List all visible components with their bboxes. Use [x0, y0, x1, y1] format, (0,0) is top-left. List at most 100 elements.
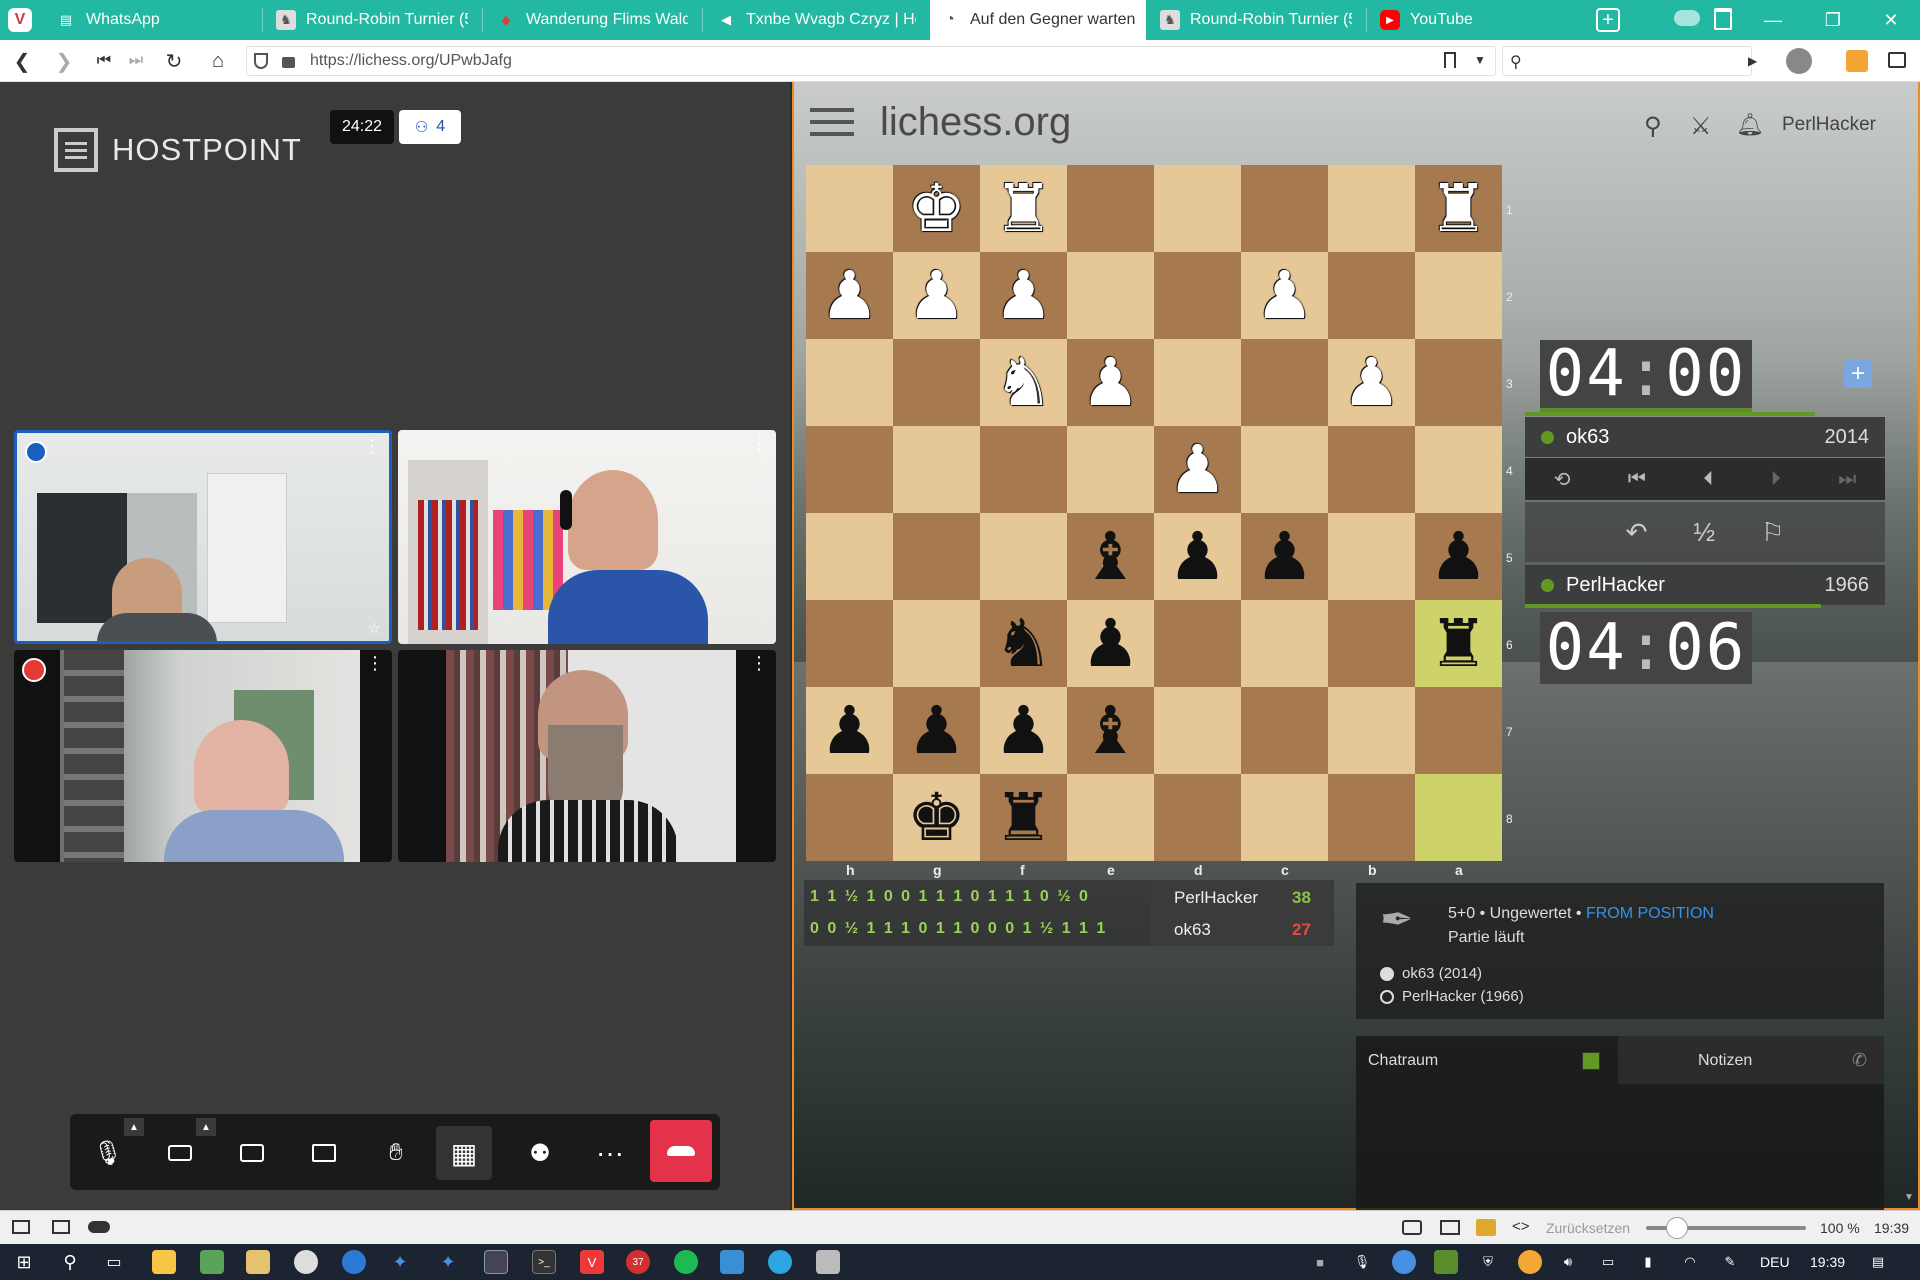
zoom-reset-button[interactable]: Zurücksetzen — [1546, 1220, 1630, 1236]
board-square-a7[interactable] — [1415, 687, 1502, 774]
chevron-down-icon[interactable]: ▼ — [1474, 53, 1486, 67]
reload-button[interactable]: ↻ — [162, 49, 186, 73]
video-tile-1[interactable]: ⋮ ☆ — [14, 430, 392, 644]
spotify-icon[interactable] — [674, 1250, 698, 1274]
chat-toggle[interactable] — [1582, 1052, 1600, 1070]
board-square-d1[interactable] — [1154, 165, 1241, 252]
black-pawn-icon[interactable]: ♟ — [1081, 610, 1140, 677]
home-button[interactable]: ⌂ — [206, 49, 230, 73]
board-square-g1[interactable]: ♚ — [893, 165, 980, 252]
tab-round-robin-1[interactable]: ♞Round-Robin Turnier (5 0) — [266, 0, 478, 40]
board-square-e2[interactable] — [1067, 252, 1154, 339]
board-square-d8[interactable] — [1154, 774, 1241, 861]
black-king-icon[interactable]: ♚ — [907, 784, 966, 851]
black-rook-icon[interactable]: ♜ — [1429, 610, 1488, 677]
terminal-icon[interactable]: >_ — [532, 1250, 556, 1274]
mic-options-chevron-icon[interactable]: ▲ — [124, 1118, 144, 1136]
board-square-d2[interactable] — [1154, 252, 1241, 339]
black-pawn-icon[interactable]: ♟ — [907, 697, 966, 764]
task-view-icon[interactable]: ▭ — [102, 1250, 126, 1274]
opponent-player[interactable]: ok63 2014 — [1525, 417, 1885, 457]
board-square-g7[interactable]: ♟ — [893, 687, 980, 774]
shield-icon[interactable] — [254, 53, 268, 69]
camera-capture-icon[interactable] — [1402, 1220, 1422, 1235]
board-square-h4[interactable] — [806, 426, 893, 513]
vpn-tray-icon[interactable] — [1434, 1250, 1458, 1274]
white-king-icon[interactable]: ♚ — [907, 175, 966, 242]
notification-center-icon[interactable]: ▤ — [1866, 1250, 1890, 1274]
board-square-h8[interactable] — [806, 774, 893, 861]
board-square-c1[interactable] — [1241, 165, 1328, 252]
board-square-c6[interactable] — [1241, 600, 1328, 687]
board-square-d7[interactable] — [1154, 687, 1241, 774]
board-square-a8[interactable] — [1415, 774, 1502, 861]
more-options-icon[interactable]: ⋮ — [750, 654, 768, 672]
user-menu[interactable]: PerlHacker — [1782, 114, 1876, 136]
board-square-a4[interactable] — [1415, 426, 1502, 513]
board-square-b1[interactable] — [1328, 165, 1415, 252]
board-square-b7[interactable] — [1328, 687, 1415, 774]
file-explorer-icon[interactable] — [152, 1250, 176, 1274]
restore-button[interactable]: ❐ — [1804, 0, 1862, 40]
telegram-icon[interactable] — [768, 1250, 792, 1274]
board-square-f4[interactable] — [980, 426, 1067, 513]
browser-tray-icon[interactable] — [1392, 1250, 1416, 1274]
hangup-button[interactable] — [650, 1120, 712, 1182]
language-indicator[interactable]: DEU — [1760, 1254, 1790, 1270]
first-move-icon[interactable]: ⏮ — [1628, 468, 1646, 491]
tile-view-button[interactable]: ▦ — [436, 1126, 492, 1180]
board-square-g4[interactable] — [893, 426, 980, 513]
board-square-e3[interactable]: ♟ — [1067, 339, 1154, 426]
white-player-line[interactable]: ok63 (2014) — [1380, 965, 1482, 982]
white-rook-icon[interactable]: ♜ — [1429, 175, 1488, 242]
black-pawn-icon[interactable]: ♟ — [1255, 523, 1314, 590]
board-square-c2[interactable]: ♟ — [1241, 252, 1328, 339]
board-square-f1[interactable]: ♜ — [980, 165, 1067, 252]
more-options-icon[interactable]: ⋮ — [363, 437, 381, 455]
avatar[interactable] — [1786, 48, 1812, 74]
vivaldi-menu-icon[interactable]: V — [8, 8, 32, 32]
board-square-d3[interactable] — [1154, 339, 1241, 426]
board-square-c3[interactable] — [1241, 339, 1328, 426]
mic-tray-icon[interactable]: 🎙︎ — [1350, 1250, 1374, 1274]
black-pawn-icon[interactable]: ♟ — [994, 697, 1053, 764]
white-knight-icon[interactable]: ♞ — [994, 349, 1053, 416]
black-knight-icon[interactable]: ♞ — [994, 610, 1053, 677]
board-square-b2[interactable] — [1328, 252, 1415, 339]
database-icon[interactable] — [816, 1250, 840, 1274]
panel-icon[interactable] — [12, 1220, 30, 1234]
board-square-g5[interactable] — [893, 513, 980, 600]
previous-move-icon[interactable]: ⏴ — [1703, 468, 1713, 491]
more-options-icon[interactable]: ⋮ — [366, 654, 384, 672]
star-icon[interactable]: ☆ — [368, 619, 381, 637]
tab-whatsapp[interactable]: ▤ WhatsApp — [46, 0, 258, 40]
lichess-logo[interactable]: lichess.org — [880, 100, 1071, 145]
board-square-e7[interactable]: ♝ — [1067, 687, 1154, 774]
takeback-icon[interactable]: ↶ — [1626, 517, 1648, 548]
network-tool-2-icon[interactable]: ✦ — [436, 1250, 460, 1274]
globe-icon[interactable] — [342, 1250, 366, 1274]
white-pawn-icon[interactable]: ♟ — [820, 262, 879, 329]
board-square-a2[interactable] — [1415, 252, 1502, 339]
white-pawn-icon[interactable]: ♟ — [907, 262, 966, 329]
volume-icon[interactable]: 🔊︎ — [1556, 1250, 1580, 1274]
cloud-icon[interactable] — [1674, 10, 1700, 26]
video-tile-2[interactable]: ⋮ — [398, 430, 776, 644]
board-square-f6[interactable]: ♞ — [980, 600, 1067, 687]
hamburger-menu-icon[interactable] — [810, 108, 854, 136]
url-text[interactable]: https://lichess.org/UPwbJafg — [310, 52, 512, 70]
display-icon[interactable]: ▭ — [1596, 1250, 1620, 1274]
crosstable-player[interactable]: PerlHacker — [1174, 888, 1258, 908]
video-tile-4[interactable]: ⋮ — [398, 650, 776, 862]
scrollbar-down-icon[interactable]: ▼ — [1904, 1192, 1914, 1203]
minimize-button[interactable]: — — [1744, 0, 1802, 40]
bookmark-icon[interactable] — [1444, 52, 1456, 68]
wifi-icon[interactable]: ◠ — [1678, 1250, 1702, 1274]
board-square-h1[interactable] — [806, 165, 893, 252]
flip-board-icon[interactable]: ⟲ — [1554, 467, 1571, 492]
chess-board[interactable]: ♚ ♜ ♜ ♟ ♟ ♟ ♟ ♞ ♟ ♟ ♟ ♝ ♟ ♟ ♟ ♞ ♟ ♜ ♟ ♟ ♟ ♝ ♚ ♜ — [806, 165, 1502, 861]
board-square-h7[interactable]: ♟ — [806, 687, 893, 774]
add-time-icon[interactable]: + — [1844, 360, 1872, 388]
black-pawn-icon[interactable]: ♟ — [1429, 523, 1488, 590]
back-button[interactable]: ❮ — [10, 49, 34, 73]
